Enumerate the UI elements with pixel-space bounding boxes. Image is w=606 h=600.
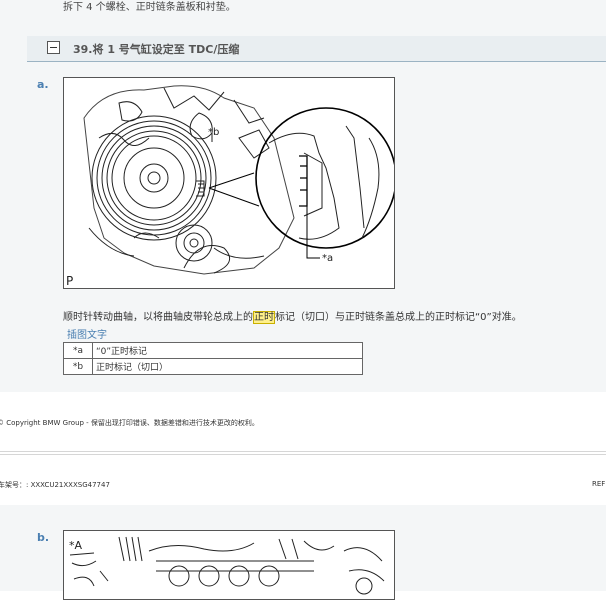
section-header[interactable]: 39.将 1 号气缸设定至 TDC/压缩 [27,36,606,62]
legend-text: “0”正时标记 [92,342,363,359]
legend-key: *a [63,342,93,359]
step-b-label: b. [37,531,50,544]
search-highlight: 正时 [253,311,275,324]
step-a-description: 顺时针转动曲轴，以将曲轴皮带轮总成上的正时标记（切口）与正时链条盖总成上的正时标… [63,308,522,324]
step-a-illustration: *b *a P [63,77,395,289]
figure-label-a-upper: *A [69,539,83,552]
vin-header: 车架号：: XXXCU21XXXSG47747 [0,481,110,489]
page-divider [0,451,606,452]
previous-step-text: 拆下 4 个螺栓、正时链条盖板和衬垫。 [63,2,236,13]
legend-row: *a “0”正时标记 [63,342,363,359]
description-text-after: 标记（切口）与正时链条盖总成上的正时标记“0”对准。 [275,312,522,323]
engine-top-diagram: *A [69,536,385,595]
page-divider [0,454,606,455]
figure-label-p: P [66,274,73,288]
legend-key: *b [63,358,93,375]
collapse-minus-icon[interactable] [47,41,60,54]
figure-label-a: *a [322,253,333,264]
figure-label-b: *b [208,127,219,138]
step-b-illustration: *A [63,530,395,600]
crankshaft-pulley-diagram: *b *a P [66,85,394,288]
copyright-footer: © Copyright BMW Group - 保留出现打印错误、数据差错和进行… [0,419,259,427]
legend-text: 正时标记（切口） [92,358,363,375]
illustration-legend-title: 插图文字 [67,330,107,341]
description-text-before: 顺时针转动曲轴，以将曲轴皮带轮总成上的 [63,312,253,323]
section-title: 39.将 1 号气缸设定至 TDC/压缩 [73,43,240,56]
illustration-legend-table: *a “0”正时标记 *b 正时标记（切口） [63,342,363,375]
ref-header: REF [592,480,606,488]
legend-row: *b 正时标记（切口） [63,358,363,375]
step-a-label: a. [37,78,49,91]
